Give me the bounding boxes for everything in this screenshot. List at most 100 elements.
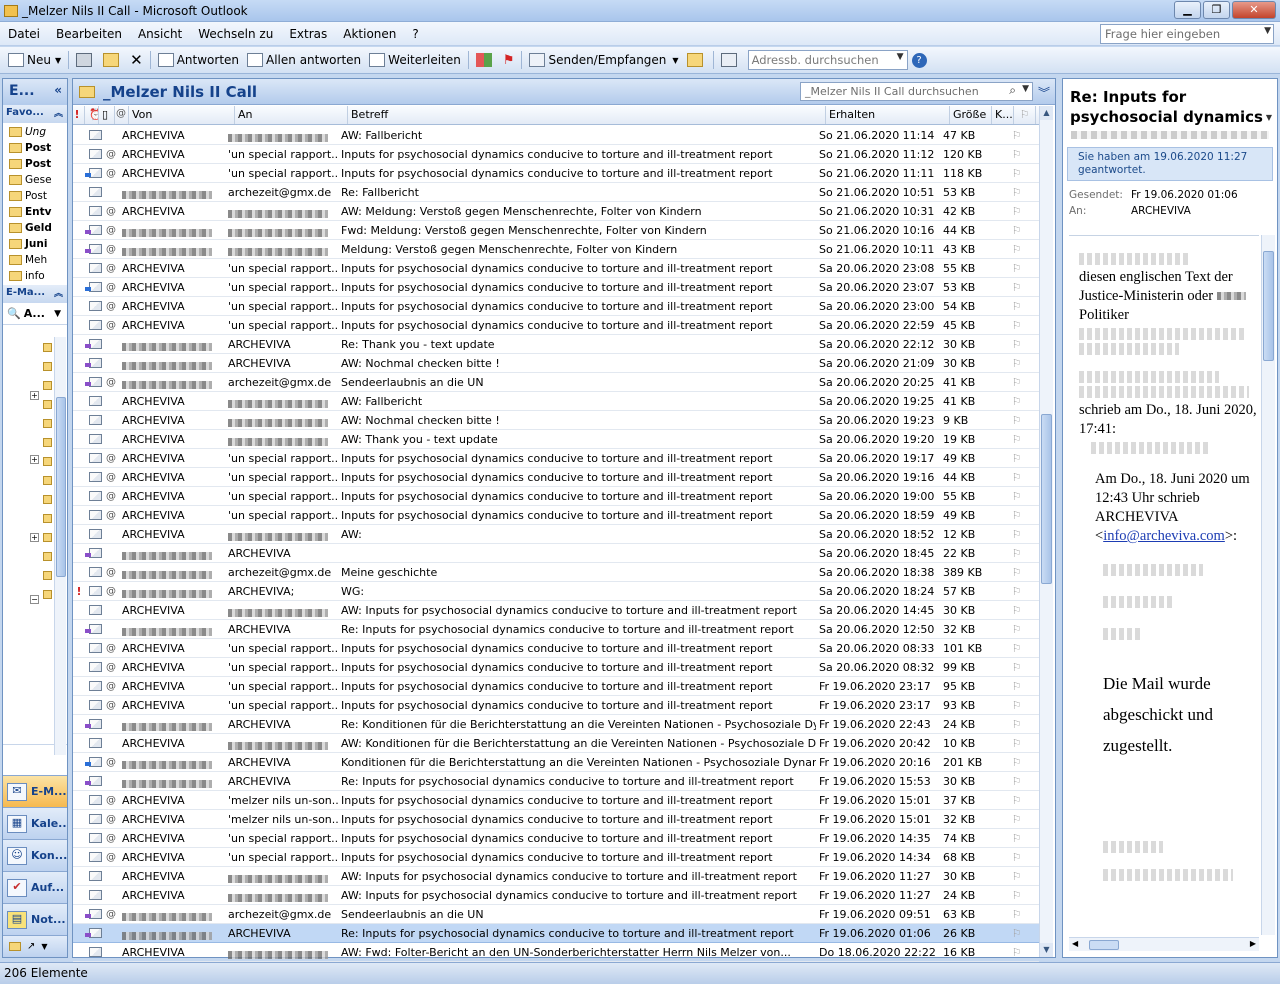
chevron-up-icon[interactable]: ︽ xyxy=(54,106,63,119)
send-receive-button[interactable]: Senden/Empfangen ▼ xyxy=(525,49,682,71)
chevron-down-icon[interactable]: ▼ xyxy=(1022,84,1029,94)
chevron-down-icon[interactable]: ▼ xyxy=(897,52,904,62)
flag-icon[interactable]: ⚐ xyxy=(1004,224,1026,237)
message-row[interactable]: @ x x Meldung: Verstoß gegen Menschenrechte… xyxy=(73,240,1039,259)
favorite-folder-item[interactable]: Post xyxy=(3,156,67,172)
message-row[interactable]: @ ARCHEVIVA 'un special rapport... Inputs … xyxy=(73,506,1039,525)
flag-icon[interactable]: ⚐ xyxy=(1004,509,1026,522)
scrollbar-thumb[interactable] xyxy=(56,397,66,577)
chevron-up-icon[interactable]: ︽ xyxy=(54,286,63,299)
flag-icon[interactable]: ⚐ xyxy=(1004,357,1026,370)
menu-help[interactable]: ? xyxy=(404,27,426,41)
menu-extras[interactable]: Extras xyxy=(281,27,335,41)
flag-icon[interactable]: ⚐ xyxy=(1004,623,1026,636)
message-row[interactable]: x ARCHEVIVA Re: Thank you - text update Sa … xyxy=(73,335,1039,354)
message-row[interactable]: @ ARCHEVIVA 'un special rapport... Inputs f… xyxy=(73,316,1039,335)
flag-icon[interactable]: ⚐ xyxy=(1004,300,1026,313)
flag-icon[interactable]: ⚐ xyxy=(1004,129,1026,142)
message-row[interactable]: ARCHEVIVA x AW: Inputs for psychosocial dy… xyxy=(73,886,1039,905)
scrollbar-thumb[interactable] xyxy=(1089,940,1119,950)
nav-button-contacts[interactable]: ☺ Kon... xyxy=(3,839,67,871)
folder-icon[interactable] xyxy=(43,438,52,447)
scroll-right-arrow-icon[interactable]: ▶ xyxy=(1250,939,1256,948)
flag-icon[interactable]: ⚐ xyxy=(1004,756,1026,769)
reading-pane-scrollbar[interactable] xyxy=(1261,235,1275,935)
message-row[interactable]: @ ARCHEVIVA 'melzer nils un-son... Inputs f… xyxy=(73,810,1039,829)
flag-icon[interactable]: ⚐ xyxy=(1004,661,1026,674)
expand-icon[interactable]: + xyxy=(30,455,39,464)
message-row[interactable]: @ x ARCHEVIVA Konditionen für die Berichter… xyxy=(73,753,1039,772)
flag-icon[interactable]: ⚐ xyxy=(1004,642,1026,655)
reply-button[interactable]: Antworten xyxy=(154,49,243,71)
folder-icon[interactable] xyxy=(43,419,52,428)
all-mail-folders-dropdown[interactable]: 🔍 A... ▼ xyxy=(3,303,67,325)
help-search-input[interactable]: Frage hier eingeben ▼ xyxy=(1100,24,1274,44)
flag-icon[interactable]: ⚐ xyxy=(1004,376,1026,389)
expand-query-chevron-icon[interactable]: ︾ xyxy=(1038,84,1050,101)
folder-icon[interactable] xyxy=(43,514,52,523)
scroll-left-arrow-icon[interactable]: ◀ xyxy=(1072,939,1078,948)
message-row[interactable]: @ ARCHEVIVA 'un special rapport... Inputs f… xyxy=(73,829,1039,848)
message-row[interactable]: x ARCHEVIVA Re: Inputs for psychosocial dy… xyxy=(73,924,1039,943)
favorite-folder-item[interactable]: Entv xyxy=(3,204,67,220)
flag-icon[interactable]: ⚐ xyxy=(1004,490,1026,503)
folder-icon[interactable] xyxy=(43,476,52,485)
find-button[interactable] xyxy=(683,49,710,71)
message-row[interactable]: x ARCHEVIVA Re: Konditionen für die Berich… xyxy=(73,715,1039,734)
message-row[interactable]: @ ARCHEVIVA 'un special rapport... Inputs f… xyxy=(73,164,1039,183)
mail-list-scrollbar[interactable]: ▲ ▼ xyxy=(1039,106,1053,957)
message-row[interactable]: ! @ x ARCHEVIVA; WG: Sa 20.06.2020 18:24 57 KB… xyxy=(73,582,1039,601)
chevron-down-icon[interactable]: ▼ xyxy=(55,56,61,65)
message-row[interactable]: @ x x Fwd: Meldung: Verstoß gegen Menschenr… xyxy=(73,221,1039,240)
flag-column-header[interactable]: ⚐ xyxy=(1014,106,1036,124)
configure-buttons-icon[interactable]: ▼ xyxy=(41,942,47,951)
folder-icon[interactable] xyxy=(43,400,52,409)
flag-icon[interactable]: ⚐ xyxy=(1004,604,1026,617)
address-book-button[interactable] xyxy=(717,49,744,71)
folder-icon[interactable] xyxy=(43,343,52,352)
help-button[interactable]: ? xyxy=(908,49,931,71)
nav-button-mail[interactable]: ✉ E-M... xyxy=(3,775,67,807)
chevron-down-icon[interactable]: ▼ xyxy=(1264,26,1271,36)
favorite-folder-item[interactable]: Post xyxy=(3,188,67,204)
mail-folders-section-header[interactable]: E-Ma... ︽ xyxy=(3,285,67,303)
folder-icon[interactable] xyxy=(43,495,52,504)
favorite-folder-item[interactable]: Juni xyxy=(3,236,67,252)
instant-search-input[interactable]: _Melzer Nils II Call durchsuchen ⌕ ▼ xyxy=(800,82,1033,101)
message-row[interactable]: ARCHEVIVA x AW: Sa 20.06.2020 18:52 12 KB ⚐ xyxy=(73,525,1039,544)
flag-icon[interactable]: ⚐ xyxy=(1004,889,1026,902)
from-column-header[interactable]: Von xyxy=(129,106,235,124)
flag-icon[interactable]: ⚐ xyxy=(1004,167,1026,180)
email-link[interactable]: info@archeviva.com xyxy=(1103,528,1225,544)
flag-icon[interactable]: ⚐ xyxy=(1004,566,1026,579)
favorite-folder-item[interactable]: Meh xyxy=(3,252,67,268)
message-row[interactable]: @ x archezeit@gmx.de Meine geschichte Sa 20.… xyxy=(73,563,1039,582)
folder-icon[interactable] xyxy=(43,571,52,580)
size-column-header[interactable]: Größe xyxy=(950,106,992,124)
flag-icon[interactable]: ⚐ xyxy=(1004,186,1026,199)
flag-icon[interactable]: ⚐ xyxy=(1004,281,1026,294)
folder-tree-scrollbar[interactable] xyxy=(54,337,66,755)
favorite-folder-item[interactable]: Gese xyxy=(3,172,67,188)
message-row[interactable]: @ ARCHEVIVA 'un special rapport... Inputs f… xyxy=(73,487,1039,506)
flag-icon[interactable]: ⚐ xyxy=(1004,851,1026,864)
attachment-column-header[interactable]: @ xyxy=(115,106,129,124)
message-row[interactable]: x ARCHEVIVA Sa 20.06.2020 18:45 22 KB ⚐ xyxy=(73,544,1039,563)
new-button[interactable]: Neu ▼ xyxy=(4,49,65,71)
maximize-button[interactable]: ❐ xyxy=(1203,1,1230,19)
flag-icon[interactable]: ⚐ xyxy=(1004,395,1026,408)
message-row[interactable]: ARCHEVIVA x AW: Thank you - text update Sa … xyxy=(73,430,1039,449)
flag-icon[interactable]: ⚐ xyxy=(1004,585,1026,598)
flag-icon[interactable]: ⚐ xyxy=(1004,414,1026,427)
folder-icon[interactable] xyxy=(43,552,52,561)
message-row[interactable]: ARCHEVIVA x AW: Fwd: Folter-Bericht an den… xyxy=(73,943,1039,962)
favorite-folder-item[interactable]: Geld xyxy=(3,220,67,236)
favorite-folder-item[interactable]: Post xyxy=(3,140,67,156)
message-row[interactable]: ARCHEVIVA x AW: Konditionen für die Berich… xyxy=(73,734,1039,753)
chevron-down-icon[interactable]: ▼ xyxy=(1266,113,1272,122)
delete-button[interactable]: ✕ xyxy=(126,49,147,71)
move-button[interactable] xyxy=(99,49,126,71)
flag-icon[interactable]: ⚐ xyxy=(1004,433,1026,446)
to-column-header[interactable]: An xyxy=(235,106,348,124)
menu-bearbeiten[interactable]: Bearbeiten xyxy=(48,27,130,41)
